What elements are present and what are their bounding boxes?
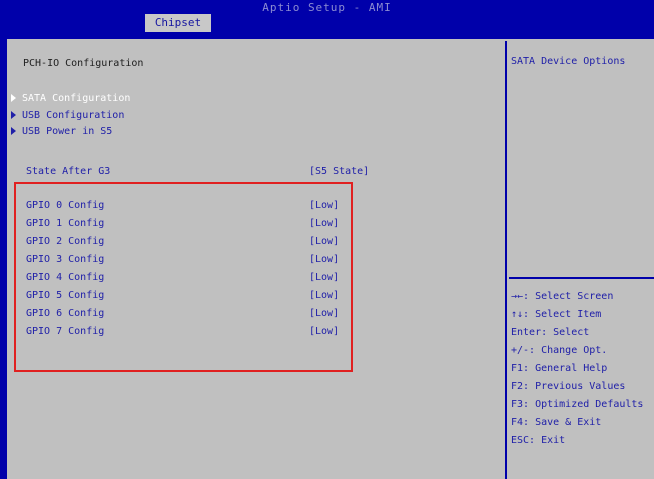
gpio-5-label: GPIO 5 Config [26, 290, 105, 301]
gpio-row[interactable]: GPIO 5 Config [Low] [26, 289, 356, 302]
gpio-0-label: GPIO 0 Config [26, 200, 105, 211]
gpio-row[interactable]: GPIO 1 Config [Low] [26, 217, 356, 230]
submenu-arrow-icon [11, 127, 16, 135]
gpio-row[interactable]: GPIO 7 Config [Low] [26, 325, 356, 338]
key-help-f4: F4: Save & Exit [511, 417, 602, 428]
gpio-1-label: GPIO 1 Config [26, 218, 105, 229]
tab-chipset[interactable]: Chipset [145, 14, 211, 32]
key-help-esc: ESC: Exit [511, 435, 566, 446]
key-help-f2: F2: Previous Values [511, 381, 626, 392]
submenu-sata-configuration[interactable]: SATA Configuration [22, 92, 130, 105]
gpio-2-value[interactable]: [Low] [309, 235, 339, 248]
gpio-row[interactable]: GPIO 4 Config [Low] [26, 271, 356, 284]
submenu-usb-configuration[interactable]: USB Configuration [22, 109, 124, 122]
state-after-g3-label[interactable]: State After G3 [26, 165, 110, 178]
gpio-4-label: GPIO 4 Config [26, 272, 105, 283]
gpio-7-label: GPIO 7 Config [26, 326, 105, 337]
gpio-3-label: GPIO 3 Config [26, 254, 105, 265]
help-separator [509, 277, 654, 279]
key-help-change-opt: +/-: Change Opt. [511, 345, 608, 356]
help-description: SATA Device Options [511, 56, 626, 67]
gpio-5-value[interactable]: [Low] [309, 289, 339, 302]
key-help-f3: F3: Optimized Defaults [511, 399, 644, 410]
page-title: PCH-IO Configuration [23, 58, 144, 69]
key-help-enter: Enter: Select [511, 327, 590, 338]
submenu-usb-power-in-s5[interactable]: USB Power in S5 [22, 125, 112, 138]
gpio-0-value[interactable]: [Low] [309, 199, 339, 212]
gpio-3-value[interactable]: [Low] [309, 253, 339, 266]
gpio-6-value[interactable]: [Low] [309, 307, 339, 320]
top-bar: Aptio Setup - AMI Chipset [0, 0, 654, 32]
gpio-1-value[interactable]: [Low] [309, 217, 339, 230]
state-after-g3-value[interactable]: [S5 State] [309, 165, 369, 178]
pane-divider [505, 41, 507, 479]
key-help-f1: F1: General Help [511, 363, 608, 374]
bios-title: Aptio Setup - AMI [262, 1, 392, 14]
gpio-7-value[interactable]: [Low] [309, 325, 339, 338]
gpio-4-value[interactable]: [Low] [309, 271, 339, 284]
gpio-row[interactable]: GPIO 2 Config [Low] [26, 235, 356, 248]
key-help-select-item: ↑↓: Select Item [511, 309, 602, 320]
submenu-arrow-icon [11, 94, 16, 102]
help-pane: SATA Device Options →←: Select Screen ↑↓… [509, 41, 654, 479]
gpio-row[interactable]: GPIO 6 Config [Low] [26, 307, 356, 320]
gpio-6-label: GPIO 6 Config [26, 308, 105, 319]
key-help-select-screen: →←: Select Screen [511, 291, 614, 302]
gpio-row[interactable]: GPIO 3 Config [Low] [26, 253, 356, 266]
gpio-2-label: GPIO 2 Config [26, 236, 105, 247]
submenu-arrow-icon [11, 111, 16, 119]
gpio-row[interactable]: GPIO 0 Config [Low] [26, 199, 356, 212]
